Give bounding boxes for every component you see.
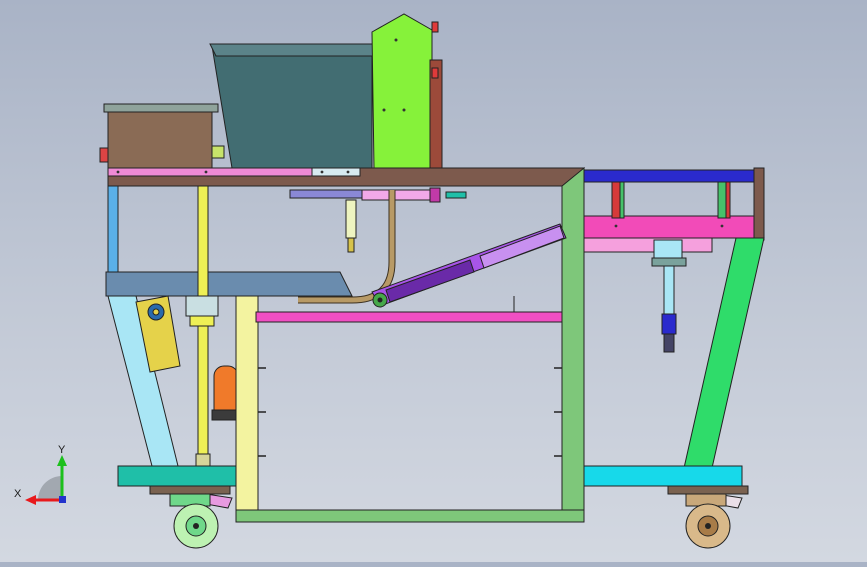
hopper-red-knob-1 — [431, 21, 439, 33]
right-caster[interactable] — [667, 485, 749, 549]
mid-slab[interactable] — [105, 271, 353, 297]
pink-cylinder-cap — [429, 187, 441, 203]
triad-quarter-disc — [38, 476, 62, 500]
side-box-clip — [99, 147, 109, 163]
pink-lower-plate — [583, 237, 713, 253]
top-rail-light-strip — [311, 167, 361, 177]
rod-foot — [195, 453, 211, 467]
rail-bolt-3 — [320, 170, 324, 174]
right-vertical-cylinder[interactable] — [651, 239, 687, 353]
main-cabinet-frame[interactable] — [235, 166, 585, 523]
left-caster-axle — [193, 523, 199, 529]
diag-cyl-end — [479, 225, 565, 269]
hopper-assembly[interactable] — [209, 13, 443, 169]
hopper-green-fitting — [211, 145, 225, 159]
pink-crossbar[interactable] — [255, 311, 563, 323]
cylinder-fitting — [445, 191, 467, 199]
block-bolt-2 — [720, 224, 724, 228]
pink-cylinder-bar — [361, 189, 433, 201]
rod-collar — [189, 315, 215, 327]
rail-bolt-1 — [116, 170, 120, 174]
cylinder-tip — [661, 313, 677, 335]
diagonal-cylinder[interactable] — [371, 223, 567, 308]
magenta-cross-block[interactable] — [583, 215, 755, 239]
cad-viewport[interactable]: Y X — [0, 0, 867, 562]
hopper-side-panel[interactable] — [371, 13, 433, 169]
cabinet-right-post — [561, 166, 585, 523]
motor-shaft — [152, 308, 160, 316]
dropper-tip — [347, 237, 355, 253]
x-axis-arrow — [25, 495, 36, 505]
machine-assembly-drawing: Y X — [14, 13, 765, 549]
navy-rail — [583, 169, 755, 183]
cylinder-barrel — [663, 265, 675, 317]
cabinet-left-post — [235, 295, 259, 523]
cylinder-end — [663, 333, 675, 353]
right-hooks — [554, 367, 562, 457]
z-axis-marker — [59, 496, 66, 503]
panel-bolt-2 — [402, 108, 406, 112]
hopper-red-knob-2 — [431, 67, 439, 79]
rod-guide-block — [185, 295, 219, 317]
left-caster[interactable] — [149, 485, 233, 549]
dropper-body — [345, 199, 357, 239]
hopper-body[interactable] — [211, 45, 373, 169]
right-green-leg[interactable] — [683, 237, 765, 469]
y-axis-label: Y — [58, 444, 66, 456]
brown-end-post — [753, 167, 765, 241]
left-blue-post[interactable] — [107, 185, 119, 273]
block-bolt-1 — [614, 224, 618, 228]
y-axis-arrow — [57, 455, 67, 466]
green-stand-left — [619, 181, 625, 219]
left-caster-fork — [169, 493, 211, 507]
red-stand-left — [611, 181, 621, 219]
top-frame-rail[interactable] — [107, 167, 586, 187]
cabinet-bottom-rail — [235, 509, 585, 523]
side-box-assembly[interactable] — [99, 103, 219, 169]
right-caster-plate — [667, 485, 749, 495]
right-cyan-base[interactable] — [583, 465, 743, 487]
side-box[interactable] — [107, 111, 213, 169]
red-stand-right — [725, 181, 731, 219]
left-caster-plate — [149, 485, 231, 495]
yellow-rod-assembly[interactable] — [185, 185, 219, 467]
left-teal-base[interactable] — [117, 465, 237, 487]
panel-bolt-3 — [394, 38, 398, 42]
panel-bolt-1 — [382, 108, 386, 112]
rail-bolt-2 — [204, 170, 208, 174]
left-hooks — [258, 367, 266, 457]
side-box-lid — [103, 103, 219, 113]
coordinate-triad[interactable]: Y X — [14, 444, 67, 505]
x-axis-label: X — [14, 488, 22, 500]
diag-pivot-pin — [377, 297, 383, 303]
diag-cyl-dark — [385, 259, 475, 303]
hopper-rim — [209, 43, 375, 57]
green-stand-right — [717, 181, 727, 219]
right-caster-axle — [705, 523, 711, 529]
cylinder-collar — [651, 257, 687, 267]
rail-bolt-4 — [346, 170, 350, 174]
